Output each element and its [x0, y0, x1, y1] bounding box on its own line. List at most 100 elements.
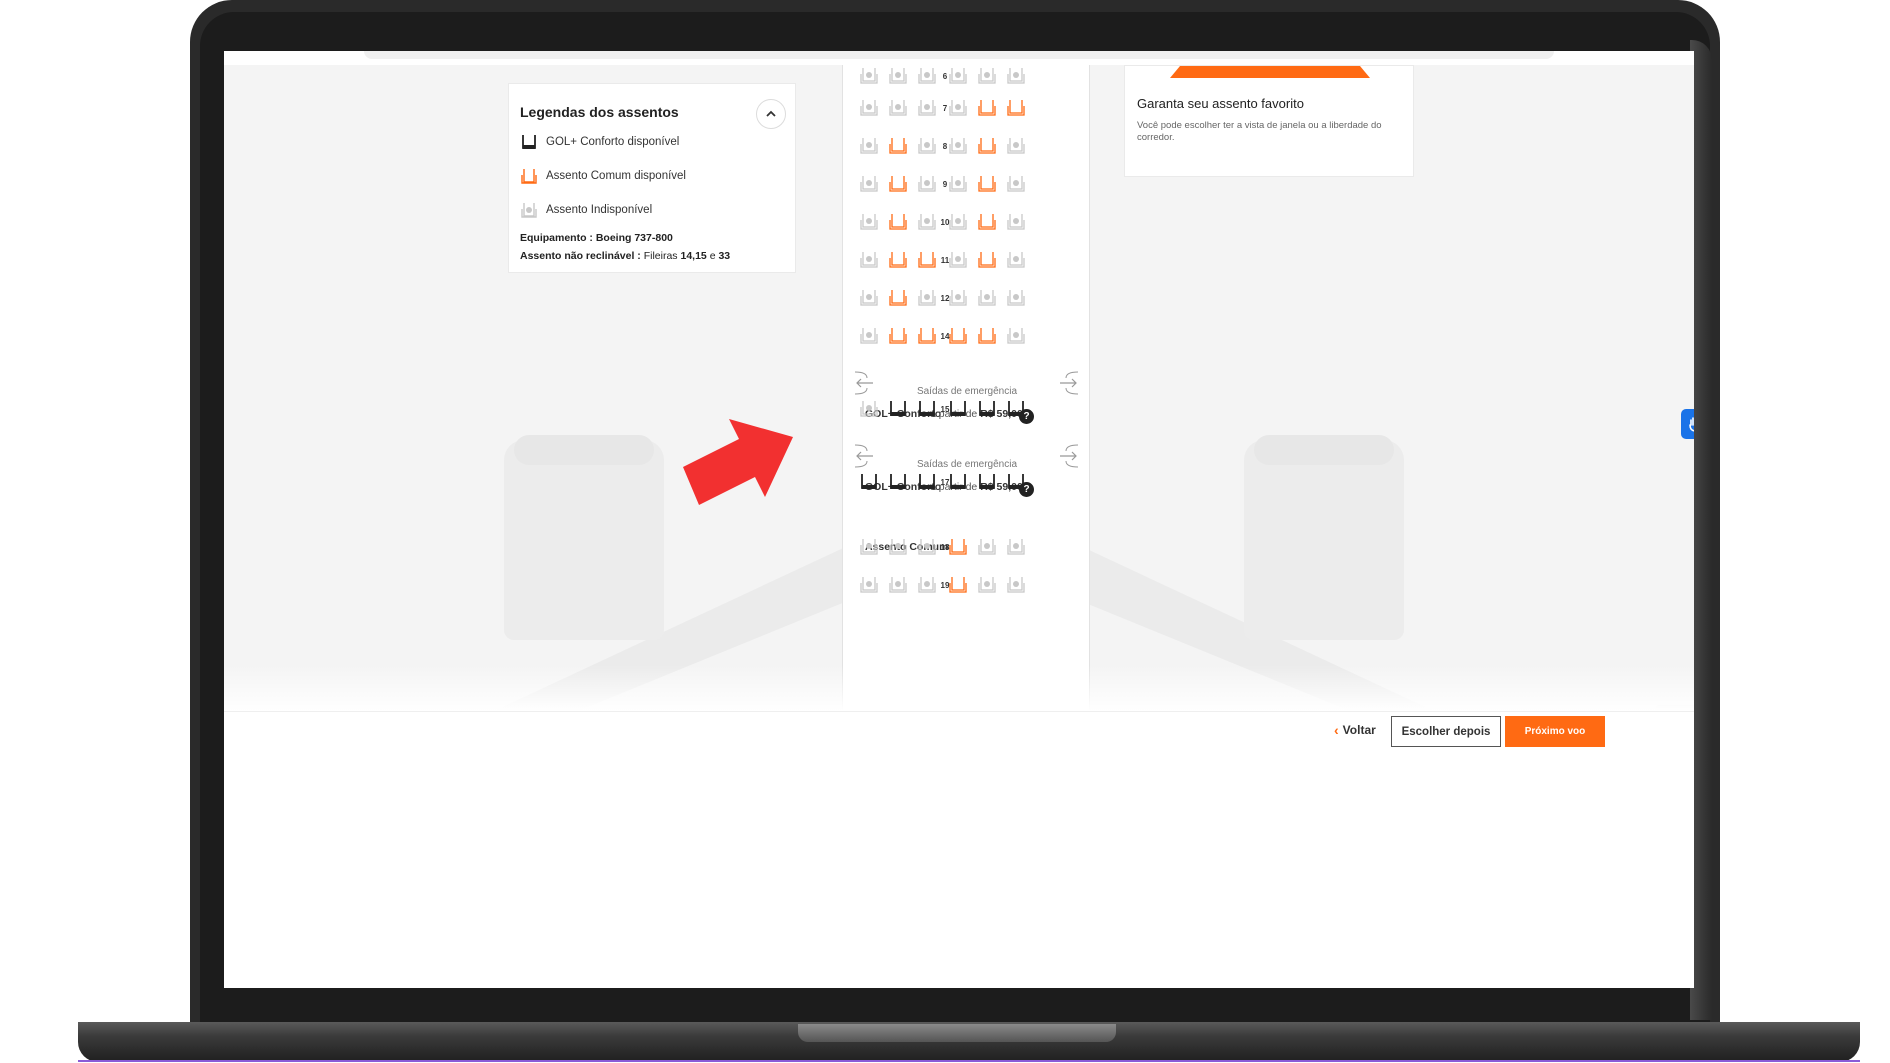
seat-comfort[interactable] [858, 471, 880, 493]
seat-unavailable [918, 214, 936, 230]
row-number: 8 [942, 142, 948, 151]
choose-later-button[interactable]: Escolher depois [1391, 716, 1501, 747]
seat-unavailable [1007, 577, 1025, 593]
promo-title: Garanta seu assento favorito [1137, 96, 1304, 111]
seat-map: Saídas de emergência GOL+ Conforto a par… [842, 65, 1090, 711]
seat-common[interactable] [887, 135, 909, 157]
seat-common[interactable] [887, 325, 909, 347]
legend-item-common: Assento Comum disponível [520, 166, 686, 186]
seat-unavailable [860, 539, 878, 555]
seat-common[interactable] [887, 249, 909, 271]
seat-unavailable [918, 290, 936, 306]
seat-common[interactable] [976, 173, 998, 195]
seat-common[interactable] [976, 249, 998, 271]
equipment-label: Equipamento : [520, 232, 593, 244]
seat-common[interactable] [976, 211, 998, 233]
row-number: 17 [940, 478, 950, 487]
next-flight-button[interactable]: Próximo voo [1505, 716, 1605, 747]
seat-unavailable [860, 138, 878, 154]
seat-unavailable [978, 539, 996, 555]
seat-common[interactable] [976, 325, 998, 347]
seat-unavailable [918, 100, 936, 116]
seat-silhouette-right [1244, 440, 1404, 640]
seat-comfort[interactable] [976, 471, 998, 493]
seat-common[interactable] [887, 211, 909, 233]
seat-unavailable [889, 100, 907, 116]
seat-unavailable [918, 539, 936, 555]
seat-silhouette-right-top [1254, 435, 1394, 465]
seat-comfort[interactable] [887, 398, 909, 420]
seat-silhouette-left [504, 440, 664, 640]
legend-title: Legendas dos assentos [520, 104, 679, 120]
screen-lower-area [224, 751, 1694, 988]
row-number: 11 [940, 256, 950, 265]
legend-item-label: GOL+ Conforto disponível [546, 136, 680, 148]
common-seat-icon [521, 169, 537, 184]
seat-unavailable [1007, 252, 1025, 268]
promo-text: Você pode escolher ter a vista de janela… [1137, 120, 1382, 143]
seat-unavailable [1007, 138, 1025, 154]
exit-right-arrow-icon [1060, 371, 1079, 395]
seat-common[interactable] [916, 325, 938, 347]
seat-unavailable [1007, 214, 1025, 230]
emergency-exit-label: Saídas de emergência [916, 386, 1018, 397]
seat-unavailable [860, 176, 878, 192]
accessibility-button[interactable] [1681, 409, 1694, 439]
row-number: 9 [942, 180, 948, 189]
seat-unavailable [860, 100, 878, 116]
action-bar: ‹ Voltar Escolher depois Próximo voo [224, 711, 1694, 751]
seat-unavailable [978, 290, 996, 306]
seat-common[interactable] [976, 97, 998, 119]
seat-unavailable [918, 176, 936, 192]
seat-comfort[interactable] [1005, 398, 1027, 420]
top-strip-pill [364, 51, 1554, 59]
seat-common[interactable] [916, 249, 938, 271]
promo-banner [1170, 66, 1370, 78]
seat-comfort[interactable] [887, 471, 909, 493]
chevron-left-icon: ‹ [1334, 722, 1339, 738]
highlight-arrow-icon [683, 419, 793, 505]
seat-unavailable [860, 328, 878, 344]
row-number: 19 [940, 581, 950, 590]
seat-common[interactable] [976, 135, 998, 157]
page-fade [224, 665, 1694, 711]
top-strip [224, 51, 1694, 65]
seat-comfort[interactable] [916, 471, 938, 493]
recline-prefix: Fileiras [643, 250, 678, 262]
row-number: 10 [940, 218, 950, 227]
exit-left-arrow-icon [854, 444, 873, 468]
row-number: 18 [940, 543, 950, 552]
seat-unavailable [918, 138, 936, 154]
seat-common[interactable] [887, 173, 909, 195]
seat-comfort[interactable] [976, 398, 998, 420]
laptop-screen: Legendas dos assentos GOL+ Conforto disp… [224, 51, 1694, 988]
seat-unavailable [860, 290, 878, 306]
seat-unavailable [918, 68, 936, 84]
unavailable-seat-icon [521, 203, 537, 218]
recline-and: e [709, 250, 716, 262]
recline-info: Assento não reclinável : Fileiras 14,15 … [520, 250, 730, 262]
seat-unavailable [978, 577, 996, 593]
promo-card: Garanta seu assento favorito Você pode e… [1124, 65, 1414, 177]
seat-unavailable [1007, 328, 1025, 344]
row-number: 12 [940, 294, 950, 303]
seat-selection-page: Legendas dos assentos GOL+ Conforto disp… [224, 65, 1694, 711]
sign-language-icon [1689, 417, 1694, 432]
comfort-seat-icon [522, 135, 536, 149]
seat-unavailable [918, 577, 936, 593]
seat-common[interactable] [1005, 97, 1027, 119]
row-number: 14 [940, 332, 950, 341]
legend-item-comfort: GOL+ Conforto disponível [520, 132, 679, 152]
legend-item-unavailable: Assento Indisponível [520, 200, 652, 220]
seat-unavailable [860, 68, 878, 84]
row-number: 6 [942, 72, 948, 81]
equipment-value: Boeing 737-800 [595, 232, 673, 244]
seat-unavailable [860, 577, 878, 593]
laptop-base-notch [798, 1024, 1116, 1042]
seat-comfort[interactable] [916, 398, 938, 420]
seat-common[interactable] [887, 287, 909, 309]
back-link[interactable]: ‹ Voltar [1334, 722, 1376, 738]
legend-toggle-button[interactable] [756, 99, 786, 129]
seat-comfort[interactable] [1005, 471, 1027, 493]
seat-unavailable [1007, 290, 1025, 306]
